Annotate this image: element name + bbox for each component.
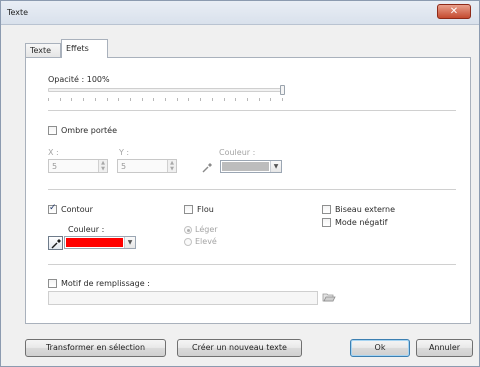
slider-tick: [94, 98, 96, 101]
shadow-eyedropper-button[interactable]: [200, 161, 214, 175]
slider-tick: [200, 98, 202, 101]
shadow-color-label: Couleur :: [219, 148, 256, 157]
slider-tick: [106, 98, 108, 101]
window-title: Texte: [7, 8, 29, 17]
chevron-down-icon[interactable]: ▼: [270, 161, 281, 172]
transform-to-selection-button[interactable]: Transformer en sélection: [25, 339, 166, 357]
blur-high-label: Elevé: [195, 237, 217, 246]
shadow-x-label: X :: [48, 148, 59, 157]
fill-pattern-path-input[interactable]: [48, 291, 318, 305]
eyedropper-icon: [202, 163, 212, 173]
opacity-slider-thumb[interactable]: [280, 85, 285, 95]
slider-tick: [235, 98, 237, 101]
browse-pattern-button[interactable]: [322, 291, 336, 304]
shadow-y-arrows[interactable]: ▲ ▼: [167, 160, 176, 172]
slider-tick: [176, 98, 178, 101]
slider-tick: [223, 98, 225, 101]
tab-texte[interactable]: Texte: [25, 43, 61, 58]
shadow-y-label: Y :: [119, 148, 130, 157]
shadow-checkbox[interactable]: [48, 126, 57, 135]
negative-mode-checkbox[interactable]: [322, 218, 331, 227]
slider-tick: [59, 98, 61, 101]
title-bar[interactable]: Texte ✕: [1, 1, 479, 25]
shadow-x-spinner[interactable]: 5 ▲ ▼: [48, 159, 108, 173]
folder-open-icon: [322, 293, 336, 302]
slider-tick: [282, 98, 283, 101]
shadow-x-value: 5: [52, 162, 58, 171]
contour-checkbox-label: Contour: [61, 205, 93, 214]
contour-eyedropper-button[interactable]: [48, 236, 63, 250]
tab-effets[interactable]: Effets: [61, 39, 108, 58]
slider-tick: [188, 98, 190, 101]
blur-light-radio[interactable]: [184, 226, 192, 234]
fill-pattern-checkbox[interactable]: [48, 279, 57, 288]
fill-pattern-checkbox-label: Motif de remplissage :: [61, 279, 150, 288]
contour-color-label: Couleur :: [68, 225, 105, 234]
separator: [48, 189, 456, 191]
opacity-slider-track[interactable]: [48, 88, 282, 92]
slider-tick: [211, 98, 213, 101]
ok-button[interactable]: Ok: [350, 339, 410, 357]
opacity-slider-ticks: [48, 98, 284, 102]
shadow-y-spinner[interactable]: 5 ▲ ▼: [117, 159, 177, 173]
blur-checkbox-label: Flou: [197, 205, 214, 214]
slider-tick: [153, 98, 155, 101]
texte-dialog: Texte ✕ Texte Effets Opacité : 100% Ombr…: [0, 0, 480, 367]
contour-color-swatch: [66, 238, 123, 247]
eyedropper-icon: [51, 239, 61, 249]
contour-checkbox[interactable]: [48, 203, 57, 214]
contour-color-dropdown[interactable]: ▼: [64, 236, 136, 249]
negative-mode-checkbox-label: Mode négatif: [335, 218, 388, 227]
shadow-checkbox-label: Ombre portée: [61, 126, 117, 135]
bevel-checkbox-label: Biseau externe: [335, 205, 396, 214]
slider-tick: [258, 98, 260, 101]
shadow-y-value: 5: [121, 162, 127, 171]
shadow-color-dropdown[interactable]: ▼: [220, 160, 282, 173]
blur-checkbox[interactable]: [184, 205, 193, 214]
slider-tick: [48, 98, 49, 101]
slider-tick: [83, 98, 85, 101]
create-new-text-button[interactable]: Créer un nouveau texte: [177, 339, 302, 357]
close-button[interactable]: ✕: [437, 4, 471, 19]
slider-tick: [129, 98, 131, 101]
blur-high-radio[interactable]: [184, 238, 192, 246]
opacity-label: Opacité : 100%: [48, 75, 110, 84]
slider-tick: [118, 98, 120, 101]
slider-tick: [141, 98, 143, 101]
separator: [48, 110, 456, 112]
slider-tick: [71, 98, 73, 101]
bevel-checkbox[interactable]: [322, 205, 331, 214]
close-icon: ✕: [449, 6, 459, 17]
spin-down-icon[interactable]: ▼: [99, 166, 107, 172]
blur-light-label: Léger: [195, 225, 218, 234]
effets-panel: Opacité : 100% Ombre portée X : 5 ▲ ▼ Y …: [25, 57, 471, 324]
shadow-color-swatch: [222, 162, 269, 171]
separator: [48, 264, 456, 266]
slider-tick: [270, 98, 272, 101]
spin-down-icon[interactable]: ▼: [168, 166, 176, 172]
chevron-down-icon[interactable]: ▼: [124, 237, 135, 248]
slider-tick: [246, 98, 248, 101]
cancel-button[interactable]: Annuler: [416, 339, 473, 357]
shadow-x-arrows[interactable]: ▲ ▼: [98, 160, 107, 172]
slider-tick: [165, 98, 166, 101]
